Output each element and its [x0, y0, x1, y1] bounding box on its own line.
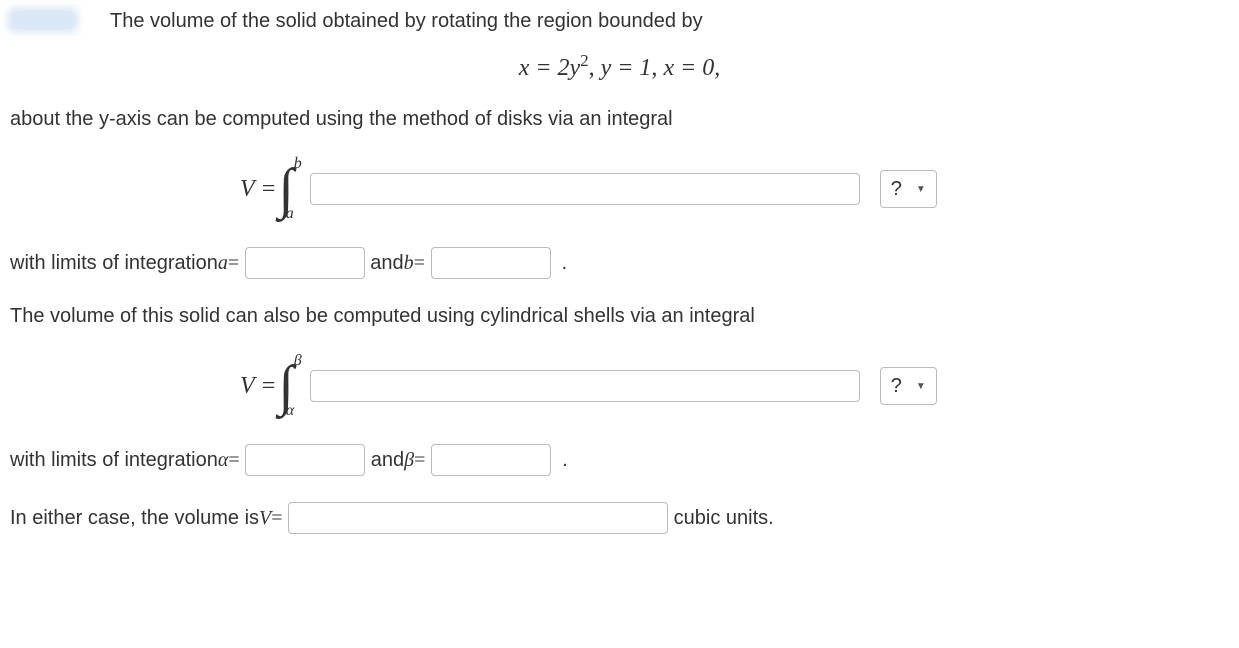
intro-text-1: The volume of the solid obtained by rota… — [110, 10, 703, 33]
blurred-badge — [8, 8, 78, 32]
upper-limit-beta: β — [294, 352, 302, 370]
beta-input[interactable] — [431, 444, 551, 476]
shell-limits-row: with limits of integration α = and β = . — [10, 444, 1229, 476]
limits-prefix-1: with limits of integration — [10, 252, 218, 275]
intro-line-1: The volume of the solid obtained by rota… — [10, 10, 1229, 33]
shells-intro-row: The volume of this solid can also be com… — [10, 305, 1229, 328]
b-symbol: b — [404, 252, 414, 275]
integral-symbol-2: ∫ β α — [276, 354, 309, 418]
limits-prefix-2: with limits of integration — [10, 449, 218, 472]
intro-text-2: about the y-axis can be computed using t… — [10, 108, 673, 131]
a-input[interactable] — [245, 247, 365, 279]
period-1: . — [562, 252, 568, 275]
alpha-input[interactable] — [245, 444, 365, 476]
final-prefix: In either case, the volume is — [10, 507, 259, 530]
dropdown-placeholder-1: ? — [891, 178, 902, 201]
volume-input[interactable] — [288, 502, 668, 534]
final-suffix: cubic units. — [674, 507, 774, 530]
v-equals-2: V = — [240, 373, 276, 400]
b-input[interactable] — [431, 247, 551, 279]
v-symbol: V — [259, 507, 271, 530]
shells-intro-text: The volume of this solid can also be com… — [10, 305, 755, 328]
integral-symbol-1: ∫ b a — [276, 157, 309, 221]
disk-limits-row: with limits of integration a = and b = . — [10, 247, 1229, 279]
final-volume-row: In either case, the volume is V = cubic … — [10, 502, 1229, 534]
a-symbol: a — [218, 252, 228, 275]
shell-integral-row: V = ∫ β α ? ▼ — [10, 354, 1229, 418]
beta-symbol: β — [404, 449, 414, 472]
alpha-symbol: α — [218, 449, 229, 472]
region-equation: x = 2y2, y = 1, x = 0, — [10, 51, 1229, 82]
shell-integrand-input[interactable] — [310, 370, 860, 402]
intro-line-2: about the y-axis can be computed using t… — [10, 108, 1229, 131]
eq-x: x = 2y2 — [519, 55, 589, 81]
lower-limit-alpha: α — [286, 402, 294, 420]
disk-integral-row: V = ∫ b a ? ▼ — [10, 157, 1229, 221]
upper-limit-b: b — [294, 155, 302, 173]
chevron-down-icon: ▼ — [916, 184, 926, 195]
disk-integrand-input[interactable] — [310, 173, 860, 205]
chevron-down-icon: ▼ — [916, 381, 926, 392]
shell-units-dropdown[interactable]: ? ▼ — [880, 367, 937, 405]
v-equals-1: V = — [240, 176, 276, 203]
period-2: . — [562, 449, 568, 472]
disk-units-dropdown[interactable]: ? ▼ — [880, 170, 937, 208]
dropdown-placeholder-2: ? — [891, 375, 902, 398]
lower-limit-a: a — [286, 205, 294, 223]
